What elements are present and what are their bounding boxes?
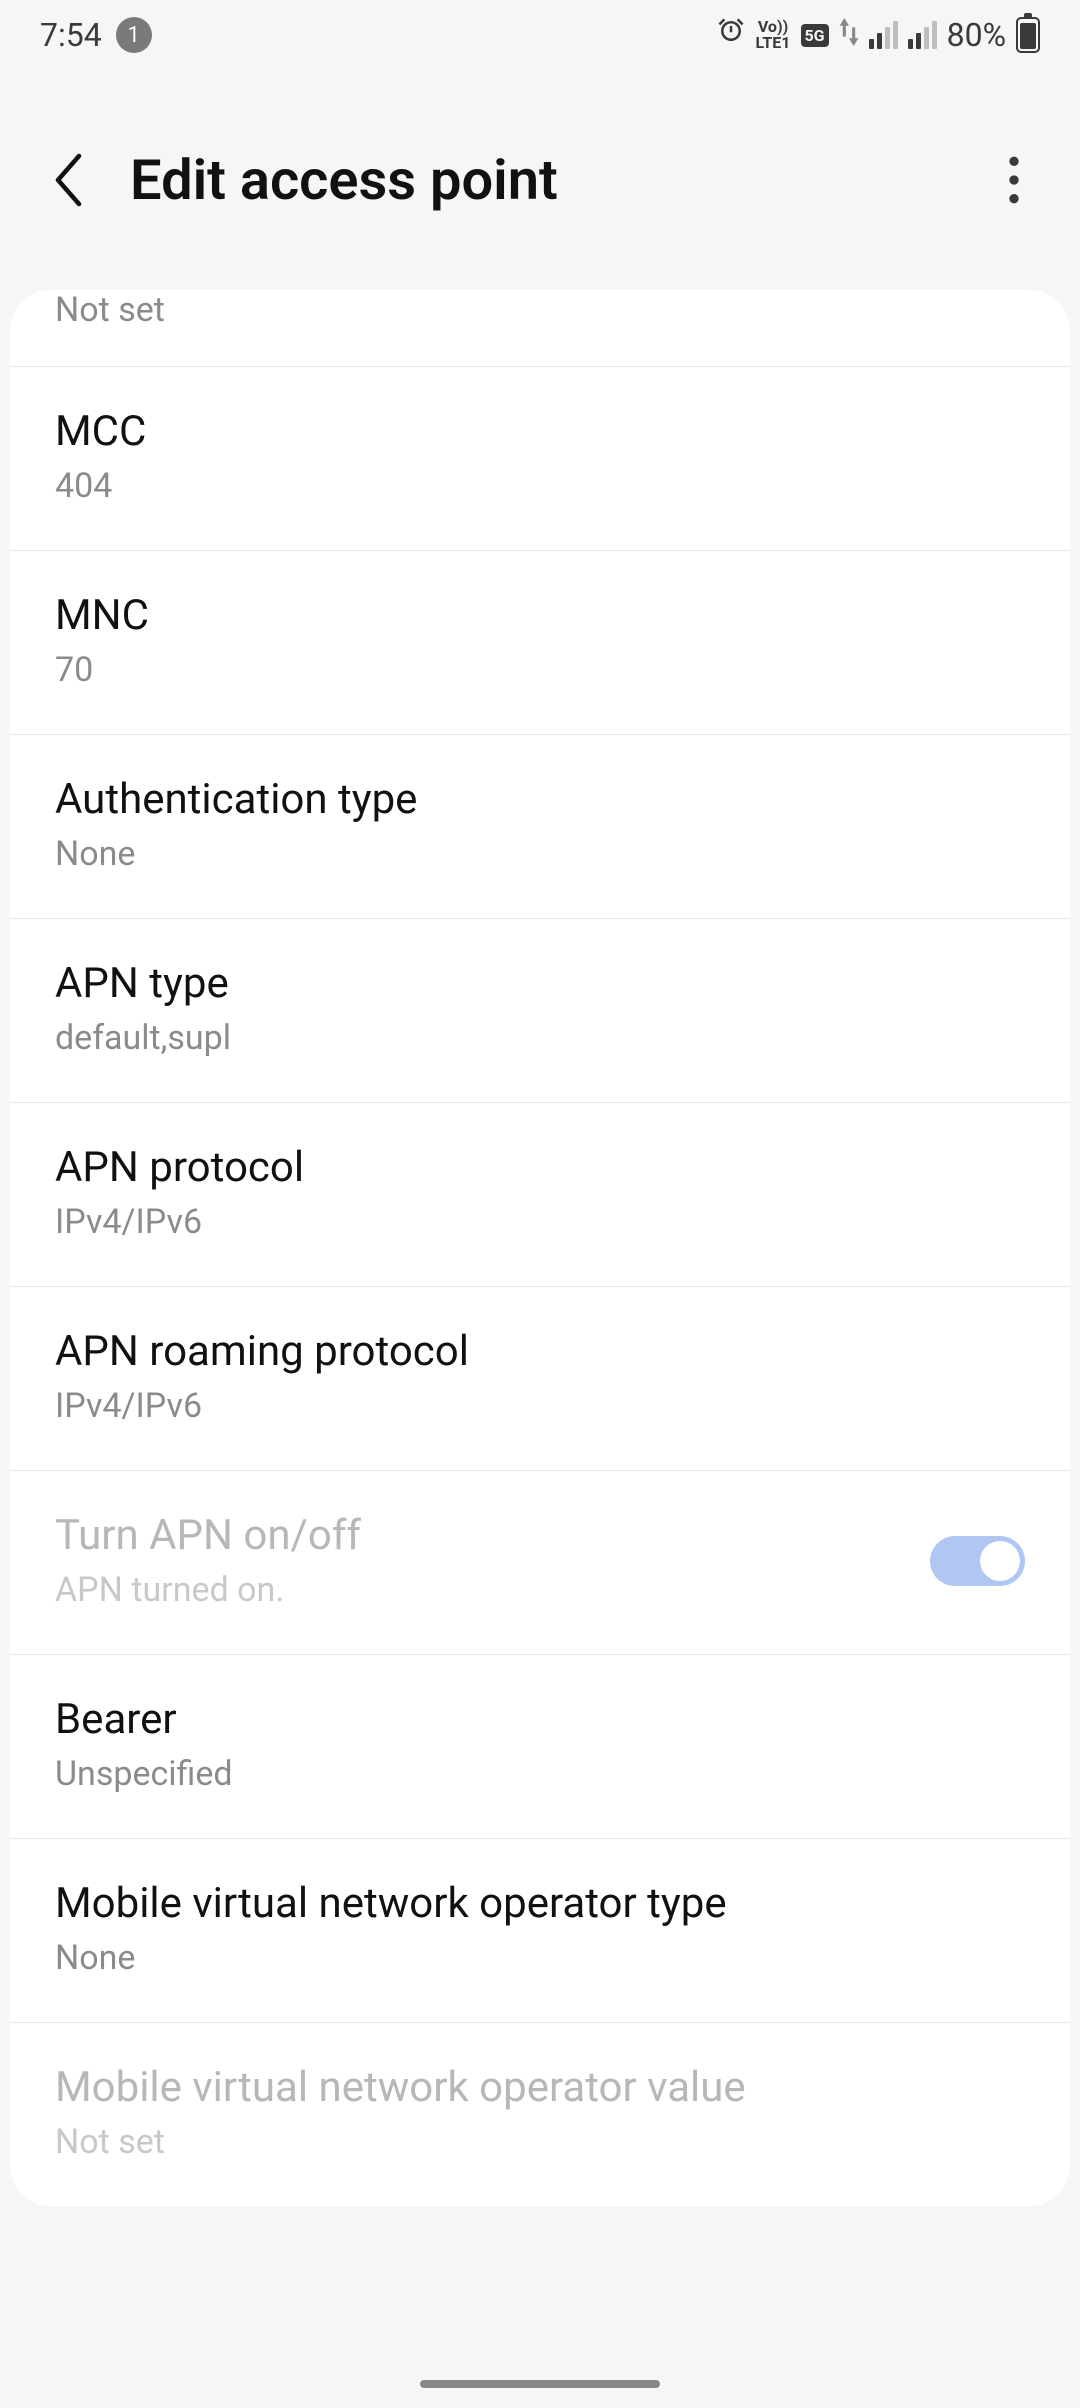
lte-icon: LTE1 bbox=[756, 35, 791, 51]
item-label: APN protocol bbox=[55, 1143, 304, 1192]
setting-item-mvno-type[interactable]: Mobile virtual network operator type Non… bbox=[10, 1839, 1070, 2023]
item-label: Authentication type bbox=[55, 775, 417, 824]
clock: 7:54 bbox=[40, 16, 102, 54]
page-title: Edit access point bbox=[130, 147, 958, 213]
item-value: APN turned on. bbox=[55, 1570, 361, 1610]
item-label: APN roaming protocol bbox=[55, 1327, 469, 1376]
signal-2-icon bbox=[908, 21, 937, 49]
back-button[interactable] bbox=[50, 150, 90, 210]
setting-item-bearer[interactable]: Bearer Unspecified bbox=[10, 1655, 1070, 1839]
toggle-knob bbox=[980, 1541, 1020, 1581]
setting-item-apn-type[interactable]: APN type default,supl bbox=[10, 919, 1070, 1103]
status-left: 7:54 1 bbox=[40, 16, 152, 54]
item-value: None bbox=[55, 834, 417, 874]
item-value: 404 bbox=[55, 466, 146, 506]
item-value: Unspecified bbox=[55, 1754, 233, 1794]
apn-toggle-switch bbox=[930, 1536, 1025, 1586]
5g-icon: 5G bbox=[801, 24, 829, 47]
item-value: None bbox=[55, 1938, 727, 1978]
alarm-icon bbox=[716, 16, 746, 54]
battery-percent: 80% bbox=[947, 16, 1006, 54]
app-header: Edit access point bbox=[0, 70, 1080, 290]
item-label: APN type bbox=[55, 959, 231, 1008]
setting-item-apn-protocol[interactable]: APN protocol IPv4/IPv6 bbox=[10, 1103, 1070, 1287]
signal-1-icon bbox=[869, 21, 898, 49]
settings-list: Not set MCC 404 MNC 70 Authentication ty… bbox=[10, 290, 1070, 2206]
item-label: Mobile virtual network operator type bbox=[55, 1879, 727, 1928]
setting-item-apn-roaming-protocol[interactable]: APN roaming protocol IPv4/IPv6 bbox=[10, 1287, 1070, 1471]
setting-item-mnc[interactable]: MNC 70 bbox=[10, 551, 1070, 735]
more-options-button[interactable] bbox=[998, 146, 1030, 214]
status-right: Vo)) LTE1 5G 80% bbox=[716, 16, 1040, 54]
item-value: IPv4/IPv6 bbox=[55, 1202, 304, 1242]
setting-item-auth-type[interactable]: Authentication type None bbox=[10, 735, 1070, 919]
item-label: Mobile virtual network operator value bbox=[55, 2063, 746, 2112]
item-label: Bearer bbox=[55, 1695, 233, 1744]
data-arrows-icon bbox=[839, 16, 859, 54]
status-bar: 7:54 1 Vo)) LTE1 5G 80% bbox=[0, 0, 1080, 70]
item-value: Not set bbox=[55, 290, 1025, 330]
item-value: Not set bbox=[55, 2122, 746, 2162]
chevron-left-icon bbox=[50, 150, 90, 210]
setting-item-apn-toggle: Turn APN on/off APN turned on. bbox=[10, 1471, 1070, 1655]
notification-badge: 1 bbox=[116, 17, 152, 53]
home-indicator[interactable] bbox=[420, 2380, 660, 2388]
item-label: MNC bbox=[55, 591, 149, 640]
battery-icon bbox=[1016, 17, 1040, 53]
setting-item-mcc[interactable]: MCC 404 bbox=[10, 367, 1070, 551]
item-value: 70 bbox=[55, 650, 149, 690]
item-value: IPv4/IPv6 bbox=[55, 1386, 469, 1426]
item-value: default,supl bbox=[55, 1018, 231, 1058]
more-vert-icon bbox=[1008, 156, 1020, 204]
setting-item-previous[interactable]: Not set bbox=[10, 290, 1070, 367]
item-label: Turn APN on/off bbox=[55, 1511, 361, 1560]
setting-item-mvno-value: Mobile virtual network operator value No… bbox=[10, 2023, 1070, 2206]
item-label: MCC bbox=[55, 407, 146, 456]
